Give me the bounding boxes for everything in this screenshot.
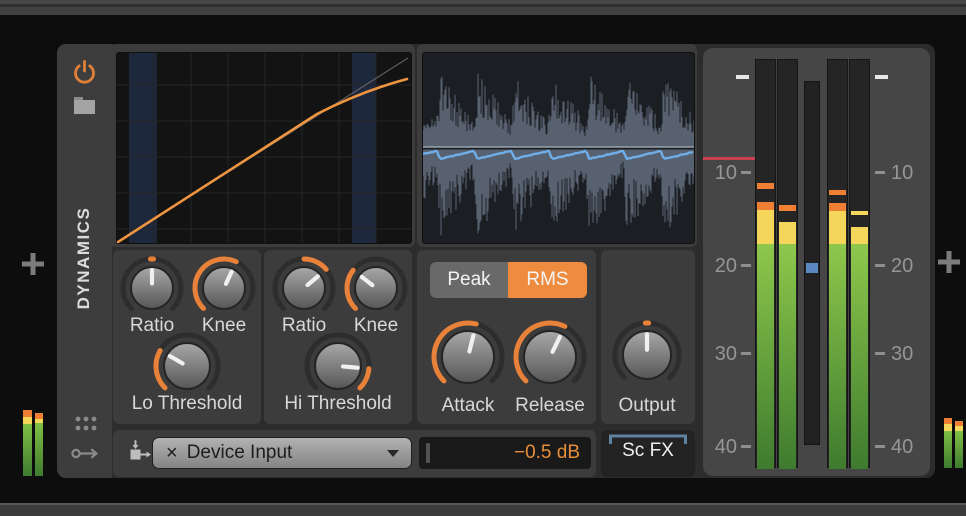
chain-input-meter <box>23 410 44 476</box>
bottom-panel-edge <box>0 503 966 516</box>
meter-segment-yellow <box>757 210 774 245</box>
hi-threshold-label: Hi Threshold <box>284 393 391 415</box>
sidechain-fx-button[interactable]: Sc FX <box>601 430 695 477</box>
meter-peak-marker <box>757 183 774 188</box>
meter-segment-yellow <box>851 227 868 244</box>
peak-button[interactable]: Peak <box>430 262 508 298</box>
threshold-line <box>703 157 755 160</box>
expand-dots-icon[interactable] <box>75 416 98 436</box>
chevron-down-icon <box>387 450 399 457</box>
waveform-top <box>423 74 694 148</box>
meter-segment-yellow <box>829 211 846 244</box>
add-device-right-button[interactable] <box>938 251 960 273</box>
mini-meter-segment <box>944 424 952 431</box>
meter-segment-green <box>757 244 774 469</box>
bitwig-device-view: DYNAMICS <box>0 0 966 516</box>
hi-ratio-label: Ratio <box>282 315 326 337</box>
mini-meter-segment <box>35 423 43 476</box>
top-panel-edge <box>0 0 966 15</box>
lo-threshold-label: Lo Threshold <box>132 393 243 415</box>
add-device-left-button[interactable] <box>22 253 44 275</box>
compression-curve-panel <box>110 44 415 247</box>
meter-segment-green <box>779 244 796 469</box>
mini-meter-segment <box>23 417 32 424</box>
chain-output-meter <box>944 418 964 468</box>
output-knob[interactable] <box>607 315 687 395</box>
mini-meter-segment <box>944 431 952 468</box>
sidechain-bar: × Device Input −0.5 dB <box>113 430 596 477</box>
meter-segment-yellow <box>779 222 796 244</box>
hi-knee-label: Knee <box>354 315 398 337</box>
sidechain-source-dropdown[interactable]: × Device Input <box>152 437 412 469</box>
waveform-display[interactable] <box>422 52 695 244</box>
device-name: DYNAMICS <box>64 148 104 368</box>
waveform-panel <box>417 44 697 247</box>
compression-curve-display[interactable] <box>116 52 412 244</box>
gain-reduction-segment <box>806 263 818 272</box>
output-label: Output <box>618 395 675 417</box>
release-knob[interactable] <box>510 317 590 397</box>
dynamics-device-panel: DYNAMICS <box>57 44 935 478</box>
power-icon[interactable] <box>71 58 98 90</box>
mini-meter-segment <box>955 431 963 468</box>
sidechain-routing-icon[interactable] <box>123 440 153 471</box>
meter-segment-green <box>829 244 846 469</box>
meter-peak-marker <box>851 211 868 215</box>
gain-slider-handle[interactable] <box>426 443 430 463</box>
meter-segment-green <box>851 244 868 469</box>
mini-meter-segment <box>23 424 32 476</box>
meter-peak-marker <box>779 205 796 211</box>
release-label: Release <box>515 395 585 417</box>
scfx-label: Sc FX <box>601 440 695 462</box>
waveform-bottom <box>423 150 694 236</box>
level-meter-panel: 10 20 30 40 10 20 30 40 <box>703 48 930 476</box>
detector-mode-toggle: Peak RMS <box>430 262 587 298</box>
meter-segment-orange <box>829 203 846 211</box>
rms-button[interactable]: RMS <box>508 262 587 298</box>
sidechain-gain-field[interactable]: −0.5 dB <box>419 437 591 469</box>
mini-meter-segment <box>23 410 32 417</box>
clear-source-icon[interactable]: × <box>166 438 178 468</box>
sidechain-source-value: Device Input <box>187 442 387 464</box>
device-header: DYNAMICS <box>57 44 112 478</box>
attack-label: Attack <box>442 395 495 417</box>
lo-knee-label: Knee <box>202 315 246 337</box>
preset-folder-icon[interactable] <box>73 96 96 120</box>
modulation-route-icon[interactable] <box>71 446 100 466</box>
lo-ratio-label: Ratio <box>130 315 174 337</box>
attack-knob[interactable] <box>428 317 508 397</box>
meter-bars <box>703 48 930 476</box>
meter-segment-orange <box>757 202 774 209</box>
sidechain-gain-value: −0.5 dB <box>419 442 591 464</box>
meter-peak-marker <box>829 190 846 195</box>
